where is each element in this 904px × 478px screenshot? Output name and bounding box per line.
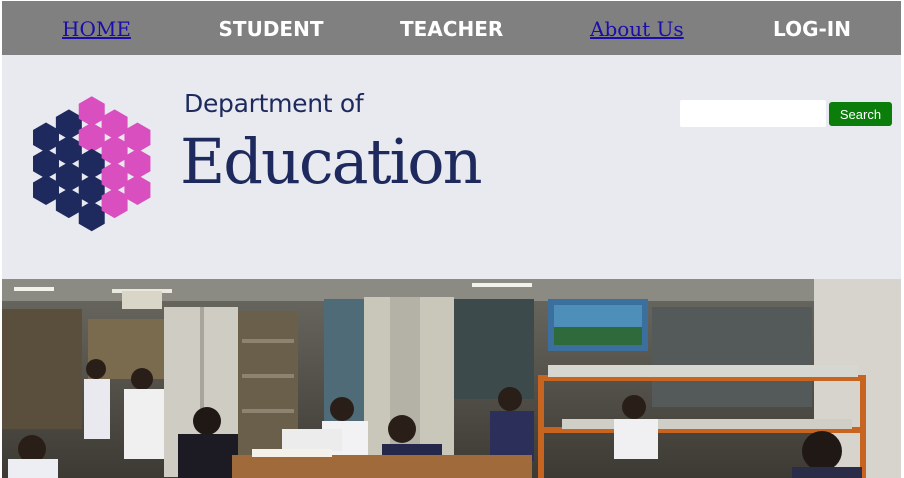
site-header: Department of Education Search: [2, 55, 901, 279]
library-classroom-photo-icon: [2, 279, 901, 478]
search-input[interactable]: [680, 100, 826, 127]
nav-about-us-link[interactable]: About Us: [590, 1, 684, 55]
nav-login-link[interactable]: LOG-IN: [772, 1, 852, 55]
nav-student-link[interactable]: STUDENT: [218, 1, 324, 55]
department-logo-icon: [33, 96, 151, 232]
nav-home-link[interactable]: HOME: [62, 1, 131, 55]
search-button[interactable]: Search: [829, 102, 892, 126]
logo-title-department: Department of: [184, 89, 364, 118]
banner-photo: [2, 279, 901, 478]
logo-title-education: Education: [180, 125, 483, 198]
top-navigation-bar: HOME STUDENT TEACHER About Us LOG-IN: [2, 1, 901, 55]
page-frame: HOME STUDENT TEACHER About Us LOG-IN Dep…: [2, 1, 901, 478]
nav-teacher-link[interactable]: TEACHER: [400, 1, 503, 55]
